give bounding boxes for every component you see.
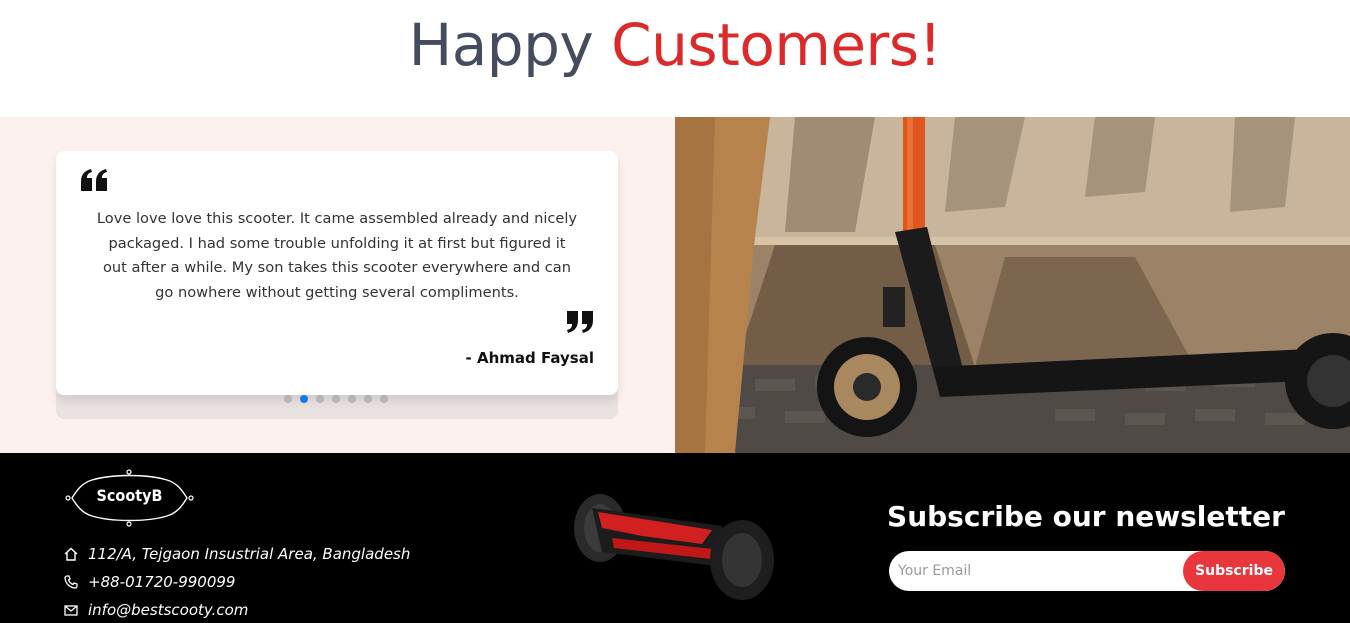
- scooter-photo: [675, 117, 1350, 453]
- carousel-dots: [284, 395, 388, 403]
- phone-row: +88-01720-990099: [64, 573, 235, 591]
- carousel-dot-7[interactable]: [380, 395, 388, 403]
- site-logo[interactable]: ScootyB: [62, 466, 197, 530]
- hoverboard-image: [574, 494, 774, 600]
- quote-open-icon: [81, 169, 107, 191]
- testimonial-panel: Love love love this scooter. It came ass…: [0, 117, 675, 453]
- address-row: 112/A, Tejgaon Insustrial Area, Banglade…: [64, 545, 410, 563]
- email-text: info@bestscooty.com: [88, 601, 249, 619]
- phone-text: +88-01720-990099: [88, 573, 236, 591]
- footer: ScootyB 112/A, Tejgaon Insustrial Area, …: [0, 453, 1350, 623]
- logo-text: ScootyB: [96, 486, 163, 505]
- reviewer-name: - Ahmad Faysal: [465, 349, 594, 367]
- page-title: Happy Customers!: [0, 10, 1350, 80]
- newsletter-form: Subscribe: [889, 551, 1285, 591]
- carousel-dot-2[interactable]: [300, 395, 308, 403]
- quote-close-icon: [567, 311, 593, 333]
- email-row: info@bestscooty.com: [64, 601, 248, 619]
- subscribe-button[interactable]: Subscribe: [1183, 551, 1285, 591]
- title-part-1: Happy: [408, 11, 594, 79]
- review-text: Love love love this scooter. It came ass…: [96, 210, 578, 301]
- heading-section: Happy Customers!: [0, 0, 1350, 117]
- carousel-dot-3[interactable]: [316, 395, 324, 403]
- phone-icon: [64, 575, 78, 589]
- mail-icon: [64, 605, 78, 616]
- carousel-dot-4[interactable]: [332, 395, 340, 403]
- title-part-2: Customers!: [611, 11, 942, 79]
- address-text: 112/A, Tejgaon Insustrial Area, Banglade…: [88, 545, 411, 563]
- testimonial-section: Love love love this scooter. It came ass…: [0, 117, 1350, 453]
- testimonial-card: Love love love this scooter. It came ass…: [56, 151, 618, 395]
- newsletter-title: Subscribe our newsletter: [887, 500, 1285, 533]
- email-input[interactable]: [889, 551, 1189, 591]
- home-icon: [64, 547, 78, 561]
- carousel-dot-1[interactable]: [284, 395, 292, 403]
- carousel-dot-5[interactable]: [348, 395, 356, 403]
- carousel-dot-6[interactable]: [364, 395, 372, 403]
- scooter-image: [675, 117, 1350, 453]
